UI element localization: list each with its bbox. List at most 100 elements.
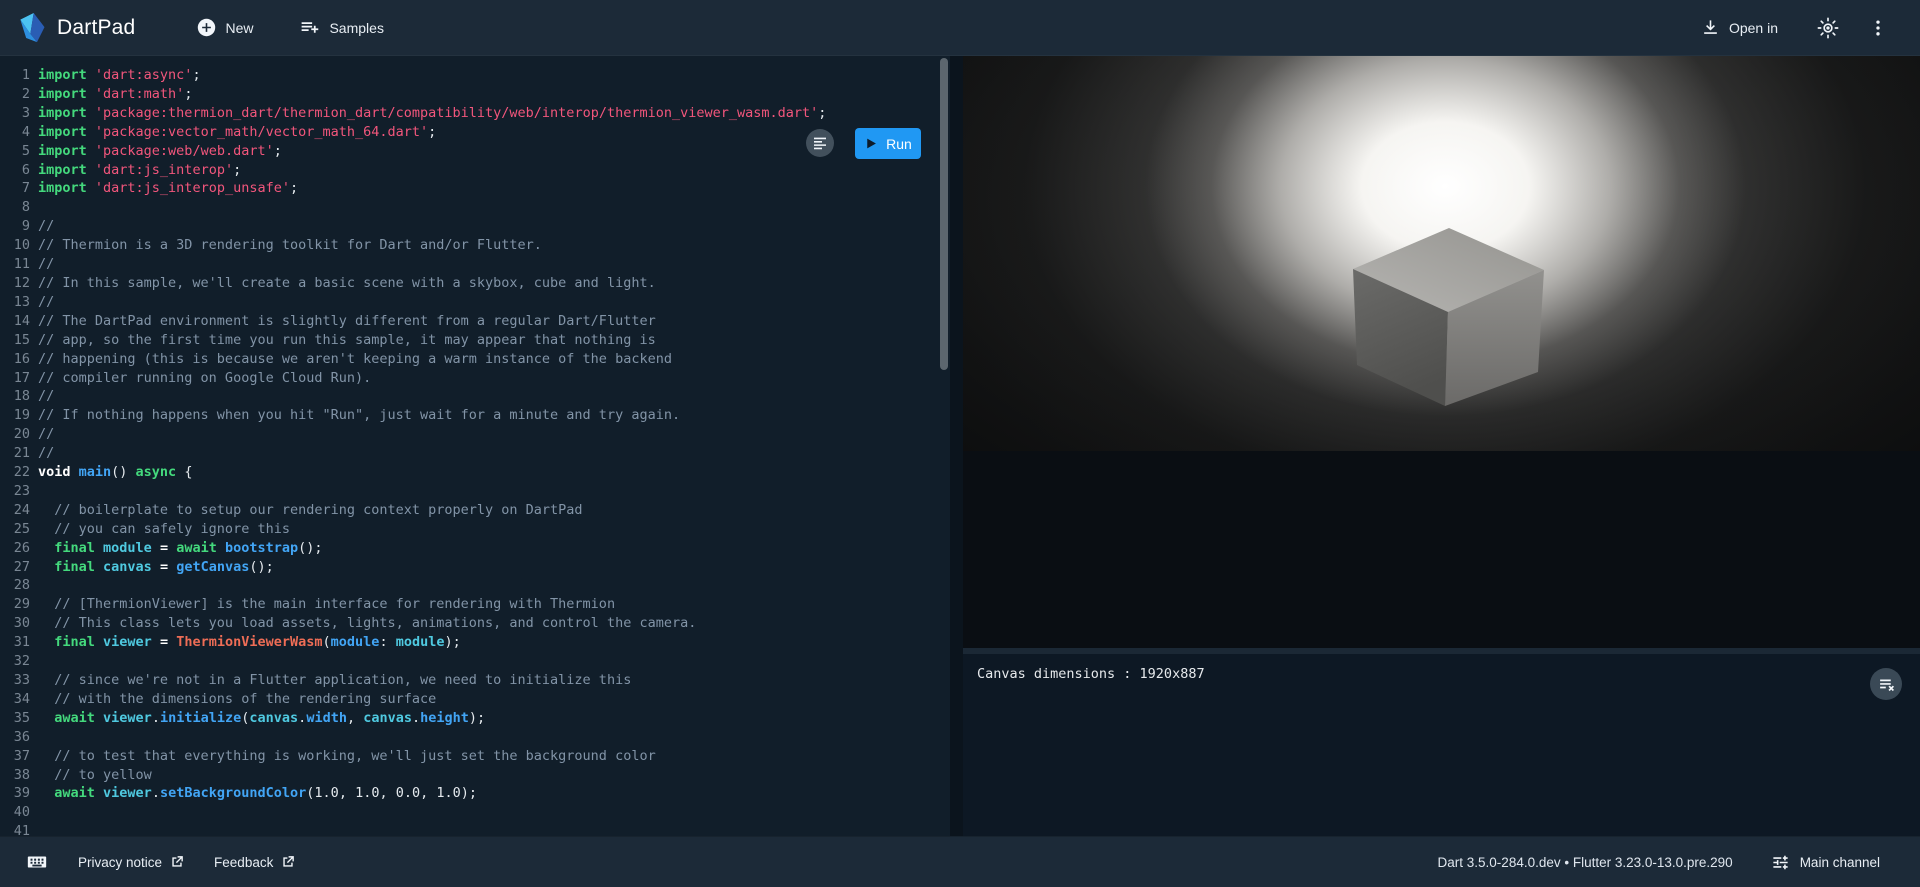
open-in-button[interactable]: Open in: [1701, 18, 1778, 37]
line-number: 9: [0, 217, 30, 236]
code-line[interactable]: 6import 'dart:js_interop';: [0, 161, 950, 180]
console-output-text: Canvas dimensions : 1920x887: [977, 666, 1906, 682]
code-line[interactable]: 27 final canvas = getCanvas();: [0, 558, 950, 577]
download-icon: [1701, 18, 1720, 37]
editor-scrollbar[interactable]: [940, 58, 948, 370]
code-line[interactable]: 7import 'dart:js_interop_unsafe';: [0, 179, 950, 198]
line-number: 26: [0, 539, 30, 558]
line-number: 28: [0, 576, 30, 595]
line-number: 20: [0, 425, 30, 444]
code-line[interactable]: 1import 'dart:async';: [0, 66, 950, 85]
external-link-icon: [170, 855, 184, 869]
code-line[interactable]: 8: [0, 198, 950, 217]
code-lines[interactable]: 1import 'dart:async';2import 'dart:math'…: [0, 56, 950, 836]
line-number: 8: [0, 198, 30, 217]
code-line[interactable]: 41: [0, 822, 950, 836]
code-line[interactable]: 31 final viewer = ThermionViewerWasm(mod…: [0, 633, 950, 652]
code-line[interactable]: 33 // since we're not in a Flutter appli…: [0, 671, 950, 690]
code-line[interactable]: 36: [0, 728, 950, 747]
topbar-right-cluster: Open in: [1701, 14, 1892, 42]
code-line[interactable]: 28: [0, 576, 950, 595]
code-line[interactable]: 30 // This class lets you load assets, l…: [0, 614, 950, 633]
line-number: 29: [0, 595, 30, 614]
code-line[interactable]: 16// happening (this is because we aren'…: [0, 350, 950, 369]
clear-console-button[interactable]: [1870, 668, 1902, 700]
run-button[interactable]: Run: [855, 128, 921, 159]
code-editor[interactable]: 1import 'dart:async';2import 'dart:math'…: [0, 56, 950, 836]
feedback-link[interactable]: Feedback: [214, 855, 295, 870]
samples-button-label: Samples: [329, 20, 383, 36]
line-number: 1: [0, 66, 30, 85]
code-line[interactable]: 24 // boilerplate to setup our rendering…: [0, 501, 950, 520]
code-line[interactable]: 17// compiler running on Google Cloud Ru…: [0, 369, 950, 388]
feedback-label: Feedback: [214, 855, 273, 870]
keyboard-shortcuts-button[interactable]: [26, 848, 48, 876]
render-canvas-empty-area: [963, 451, 1920, 648]
code-line[interactable]: 29 // [ThermionViewer] is the main inter…: [0, 595, 950, 614]
code-line[interactable]: 35 await viewer.initialize(canvas.width,…: [0, 709, 950, 728]
line-number: 12: [0, 274, 30, 293]
line-number: 25: [0, 520, 30, 539]
code-line[interactable]: 15// app, so the first time you run this…: [0, 331, 950, 350]
line-number: 32: [0, 652, 30, 671]
code-line[interactable]: 34 // with the dimensions of the renderi…: [0, 690, 950, 709]
line-number: 11: [0, 255, 30, 274]
line-number: 3: [0, 104, 30, 123]
code-line[interactable]: 13//: [0, 293, 950, 312]
render-canvas[interactable]: [963, 56, 1920, 451]
code-line[interactable]: 9//: [0, 217, 950, 236]
code-line[interactable]: 37 // to test that everything is working…: [0, 747, 950, 766]
panel-divider[interactable]: [950, 56, 963, 836]
code-line[interactable]: 39 await viewer.setBackgroundColor(1.0, …: [0, 784, 950, 803]
statusbar-right: Dart 3.5.0-284.0.dev • Flutter 3.23.0-13…: [1438, 853, 1880, 872]
line-number: 33: [0, 671, 30, 690]
app-title: DartPad: [57, 16, 135, 40]
brightness-toggle-button[interactable]: [1814, 14, 1842, 42]
rendered-cube: [1351, 220, 1546, 410]
line-number: 24: [0, 501, 30, 520]
line-number: 30: [0, 614, 30, 633]
code-line[interactable]: 3import 'package:thermion_dart/thermion_…: [0, 104, 950, 123]
overflow-menu-button[interactable]: [1864, 14, 1892, 42]
code-line[interactable]: 2import 'dart:math';: [0, 85, 950, 104]
sdk-version-text: Dart 3.5.0-284.0.dev • Flutter 3.23.0-13…: [1438, 855, 1733, 870]
line-number: 15: [0, 331, 30, 350]
code-line[interactable]: 10// Thermion is a 3D rendering toolkit …: [0, 236, 950, 255]
new-button[interactable]: New: [197, 18, 253, 37]
dartpad-logo-icon: [17, 11, 47, 45]
code-line[interactable]: 21//: [0, 444, 950, 463]
line-number: 22: [0, 463, 30, 482]
format-code-button[interactable]: [806, 129, 834, 157]
statusbar-left: Privacy notice Feedback: [26, 848, 295, 876]
code-line[interactable]: 32: [0, 652, 950, 671]
new-button-label: New: [225, 20, 253, 36]
status-bar: Privacy notice Feedback Dart 3.5.0-284.0…: [0, 836, 1920, 887]
code-line[interactable]: 38 // to yellow: [0, 766, 950, 785]
line-number: 17: [0, 369, 30, 388]
play-icon: [864, 137, 877, 150]
line-number: 38: [0, 766, 30, 785]
main-content: 1import 'dart:async';2import 'dart:math'…: [0, 56, 1920, 836]
code-line[interactable]: 22void main() async {: [0, 463, 950, 482]
privacy-notice-link[interactable]: Privacy notice: [78, 855, 184, 870]
clear-console-icon: [1878, 676, 1895, 693]
code-line[interactable]: 26 final module = await bootstrap();: [0, 539, 950, 558]
code-line[interactable]: 12// In this sample, we'll create a basi…: [0, 274, 950, 293]
line-number: 14: [0, 312, 30, 331]
code-line[interactable]: 25 // you can safely ignore this: [0, 520, 950, 539]
privacy-notice-label: Privacy notice: [78, 855, 162, 870]
channel-selector[interactable]: Main channel: [1771, 853, 1880, 872]
code-line[interactable]: 20//: [0, 425, 950, 444]
code-line[interactable]: 11//: [0, 255, 950, 274]
more-vert-icon: [1868, 18, 1888, 38]
playlist-add-icon: [299, 17, 320, 38]
samples-button[interactable]: Samples: [299, 17, 383, 38]
code-line[interactable]: 18//: [0, 387, 950, 406]
line-number: 34: [0, 690, 30, 709]
code-line[interactable]: 14// The DartPad environment is slightly…: [0, 312, 950, 331]
line-number: 23: [0, 482, 30, 501]
code-line[interactable]: 19// If nothing happens when you hit "Ru…: [0, 406, 950, 425]
code-line[interactable]: 23: [0, 482, 950, 501]
code-line[interactable]: 40: [0, 803, 950, 822]
line-number: 5: [0, 142, 30, 161]
